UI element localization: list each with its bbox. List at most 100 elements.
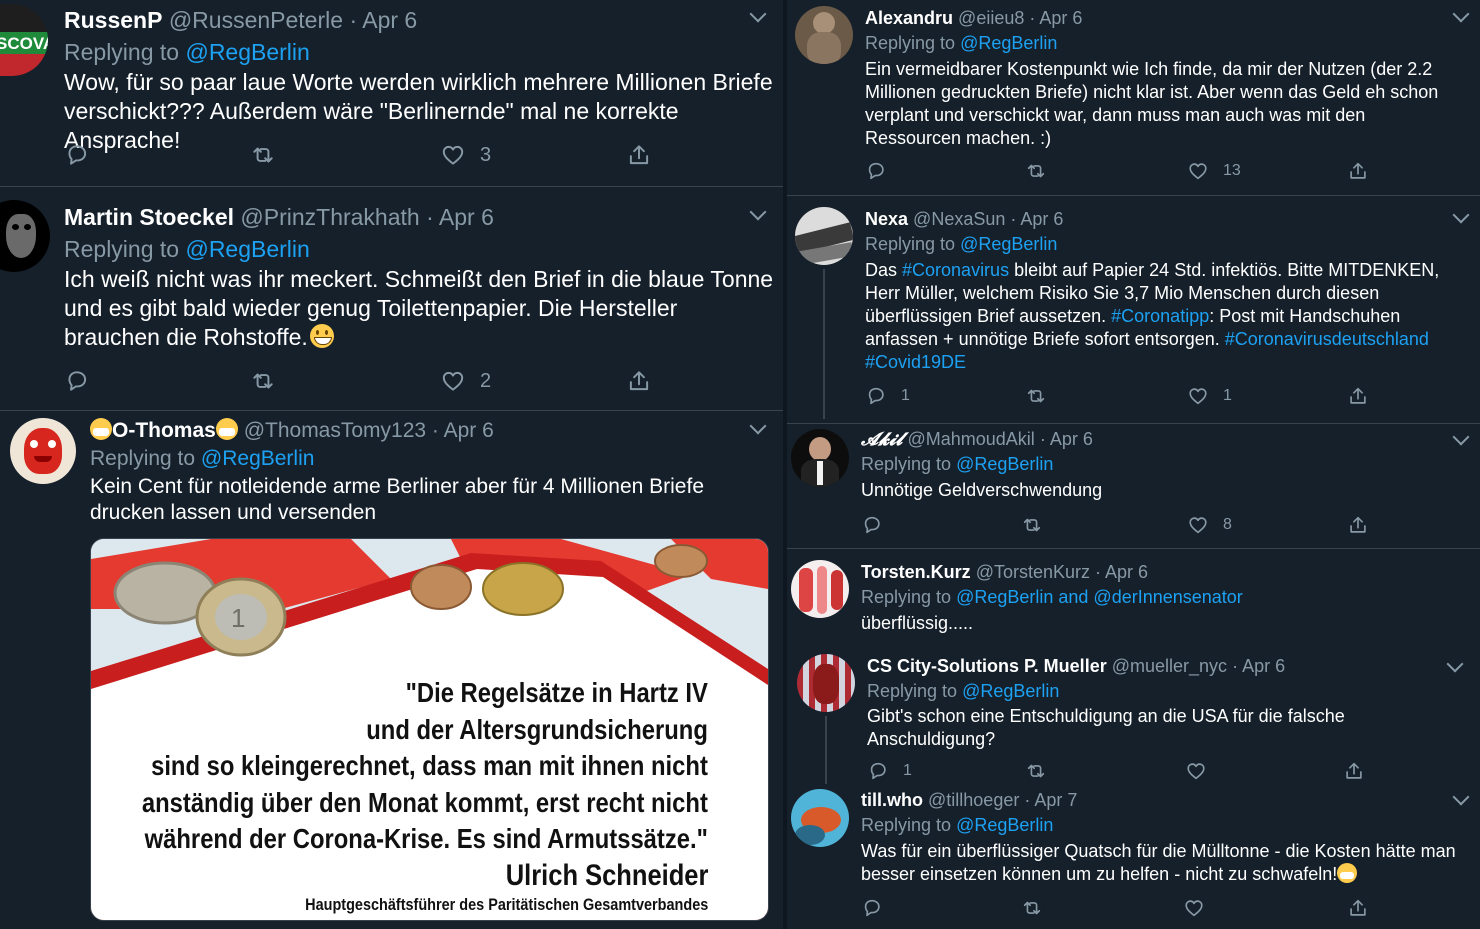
display-name[interactable]: Nexa — [865, 209, 908, 229]
tweet-cs-city-solutions[interactable]: CS City-Solutions P. Mueller @mueller_ny… — [787, 644, 1480, 787]
retweet-button[interactable] — [1025, 158, 1047, 184]
tweet-nexa[interactable]: Nexa @NexaSun · Apr 6 Replying to @RegBe… — [787, 195, 1480, 424]
avatar[interactable] — [797, 654, 855, 712]
mention-link[interactable]: @RegBerlin — [960, 234, 1057, 254]
display-name[interactable]: Alexandru — [865, 8, 953, 28]
timestamp[interactable]: Apr 6 — [1105, 562, 1148, 582]
handle[interactable]: @PrinzThrakhath — [240, 204, 419, 230]
timestamp[interactable]: Apr 6 — [1242, 656, 1285, 676]
chevron-down-icon[interactable] — [1452, 206, 1470, 224]
avatar[interactable] — [791, 560, 849, 618]
tweet-mahmoud-akil[interactable]: 𝓐𝓴𝓲𝓵 @MahmoudAkil · Apr 6 Replying to @R… — [787, 423, 1480, 549]
reply-button[interactable] — [861, 895, 883, 921]
display-name[interactable]: CS City-Solutions P. Mueller — [867, 656, 1107, 676]
avatar[interactable] — [0, 200, 50, 272]
thread-line — [823, 269, 825, 419]
share-button[interactable] — [1347, 383, 1369, 409]
share-button[interactable] — [1343, 758, 1365, 784]
display-name[interactable]: O-Thomas — [112, 419, 216, 442]
tweet-russenp[interactable]: SCOVA RussenP @RussenPeterle · Apr 6 Rep… — [0, 0, 783, 187]
like-count: 8 — [1223, 516, 1232, 533]
like-button[interactable] — [1183, 895, 1205, 921]
chevron-down-icon[interactable] — [1452, 428, 1470, 446]
hashtag-link[interactable]: #Coronavirus — [902, 260, 1009, 280]
retweet-button[interactable] — [1025, 383, 1047, 409]
avatar[interactable] — [791, 429, 849, 487]
mention-link[interactable]: @RegBerlin — [956, 454, 1053, 474]
retweet-button[interactable] — [1021, 895, 1043, 921]
avatar[interactable] — [795, 207, 853, 265]
handle[interactable]: @ThomasTomy123 — [244, 419, 426, 442]
reply-button[interactable]: 1 — [867, 758, 912, 784]
chevron-down-icon[interactable] — [749, 203, 767, 221]
like-button[interactable]: 13 — [1187, 158, 1241, 184]
mention-link[interactable]: @RegBerlin — [185, 236, 309, 262]
mention-link[interactable]: @RegBerlin and @derInnensenator — [956, 587, 1243, 607]
chevron-down-icon[interactable] — [749, 5, 767, 23]
timestamp[interactable]: Apr 6 — [444, 419, 494, 442]
hashtag-link[interactable]: #Covid19DE — [865, 352, 966, 372]
chevron-down-icon[interactable] — [749, 417, 767, 435]
mention-link[interactable]: @RegBerlin — [185, 39, 309, 65]
reply-button[interactable]: 1 — [865, 383, 910, 409]
share-button[interactable] — [626, 142, 652, 168]
like-button[interactable]: 3 — [440, 142, 491, 168]
handle[interactable]: @tillhoeger — [928, 790, 1019, 810]
timestamp[interactable]: Apr 6 — [439, 204, 494, 230]
share-button[interactable] — [1347, 895, 1369, 921]
like-button[interactable]: 8 — [1187, 512, 1232, 538]
display-name[interactable]: RussenP — [64, 7, 162, 33]
avatar[interactable] — [10, 418, 76, 484]
reply-button[interactable] — [64, 142, 90, 168]
handle[interactable]: @eiieu8 — [958, 8, 1024, 28]
like-button[interactable] — [1185, 758, 1207, 784]
display-name[interactable]: 𝓐𝓴𝓲𝓵 — [861, 429, 902, 449]
like-button[interactable]: 2 — [440, 368, 491, 394]
like-icon — [1185, 760, 1207, 782]
timestamp[interactable]: Apr 6 — [1050, 429, 1093, 449]
tweet-image[interactable]: 1 "Die Regelsätze in Hartz IV und der Al… — [90, 538, 769, 921]
reply-button[interactable] — [865, 158, 887, 184]
reply-button[interactable] — [64, 368, 90, 394]
handle[interactable]: @TorstenKurz — [976, 562, 1090, 582]
retweet-button[interactable] — [250, 142, 276, 168]
handle[interactable]: @RussenPeterle — [169, 7, 343, 33]
handle[interactable]: @NexaSun — [913, 209, 1005, 229]
share-button[interactable] — [626, 368, 652, 394]
share-button[interactable] — [1347, 512, 1369, 538]
retweet-button[interactable] — [1021, 512, 1043, 538]
share-button[interactable] — [1347, 158, 1369, 184]
chevron-down-icon[interactable] — [1446, 655, 1464, 673]
display-name[interactable]: Torsten.Kurz — [861, 562, 971, 582]
display-name[interactable]: till.who — [861, 790, 923, 810]
reply-button[interactable] — [861, 512, 883, 538]
avatar[interactable] — [795, 6, 853, 64]
retweet-button[interactable] — [1025, 758, 1047, 784]
retweet-icon — [250, 142, 276, 168]
timestamp[interactable]: Apr 6 — [362, 7, 417, 33]
chevron-down-icon[interactable] — [1452, 5, 1470, 23]
retweet-button[interactable] — [250, 368, 276, 394]
handle[interactable]: @mueller_nyc — [1112, 656, 1227, 676]
tweet-torsten-kurz[interactable]: Torsten.Kurz @TorstenKurz · Apr 6 Replyi… — [787, 548, 1480, 644]
timestamp[interactable]: Apr 6 — [1039, 8, 1082, 28]
avatar[interactable]: SCOVA — [0, 4, 48, 76]
hashtag-link[interactable]: #Coronavirusdeutschland — [1225, 329, 1429, 349]
mention-link[interactable]: @RegBerlin — [201, 447, 315, 470]
tweet-alexandru[interactable]: Alexandru @eiieu8 · Apr 6 Replying to @R… — [787, 0, 1480, 196]
dot-separator: · — [1024, 790, 1031, 810]
timestamp[interactable]: Apr 7 — [1034, 790, 1077, 810]
tweet-till-who[interactable]: till.who @tillhoeger · Apr 7 Replying to… — [787, 787, 1480, 929]
mention-link[interactable]: @RegBerlin — [960, 33, 1057, 53]
avatar[interactable] — [791, 789, 849, 847]
display-name[interactable]: Martin Stoeckel — [64, 204, 234, 230]
like-button[interactable]: 1 — [1187, 383, 1232, 409]
retweet-icon — [1021, 514, 1043, 536]
mention-link[interactable]: @RegBerlin — [956, 815, 1053, 835]
handle[interactable]: @MahmoudAkil — [907, 429, 1034, 449]
chevron-down-icon[interactable] — [1452, 788, 1470, 806]
mention-link[interactable]: @RegBerlin — [962, 681, 1059, 701]
hashtag-link[interactable]: #Coronatipp — [1111, 306, 1209, 326]
tweet-martin-stoeckel[interactable]: Martin Stoeckel @PrinzThrakhath · Apr 6 … — [0, 186, 783, 411]
timestamp[interactable]: Apr 6 — [1020, 209, 1063, 229]
